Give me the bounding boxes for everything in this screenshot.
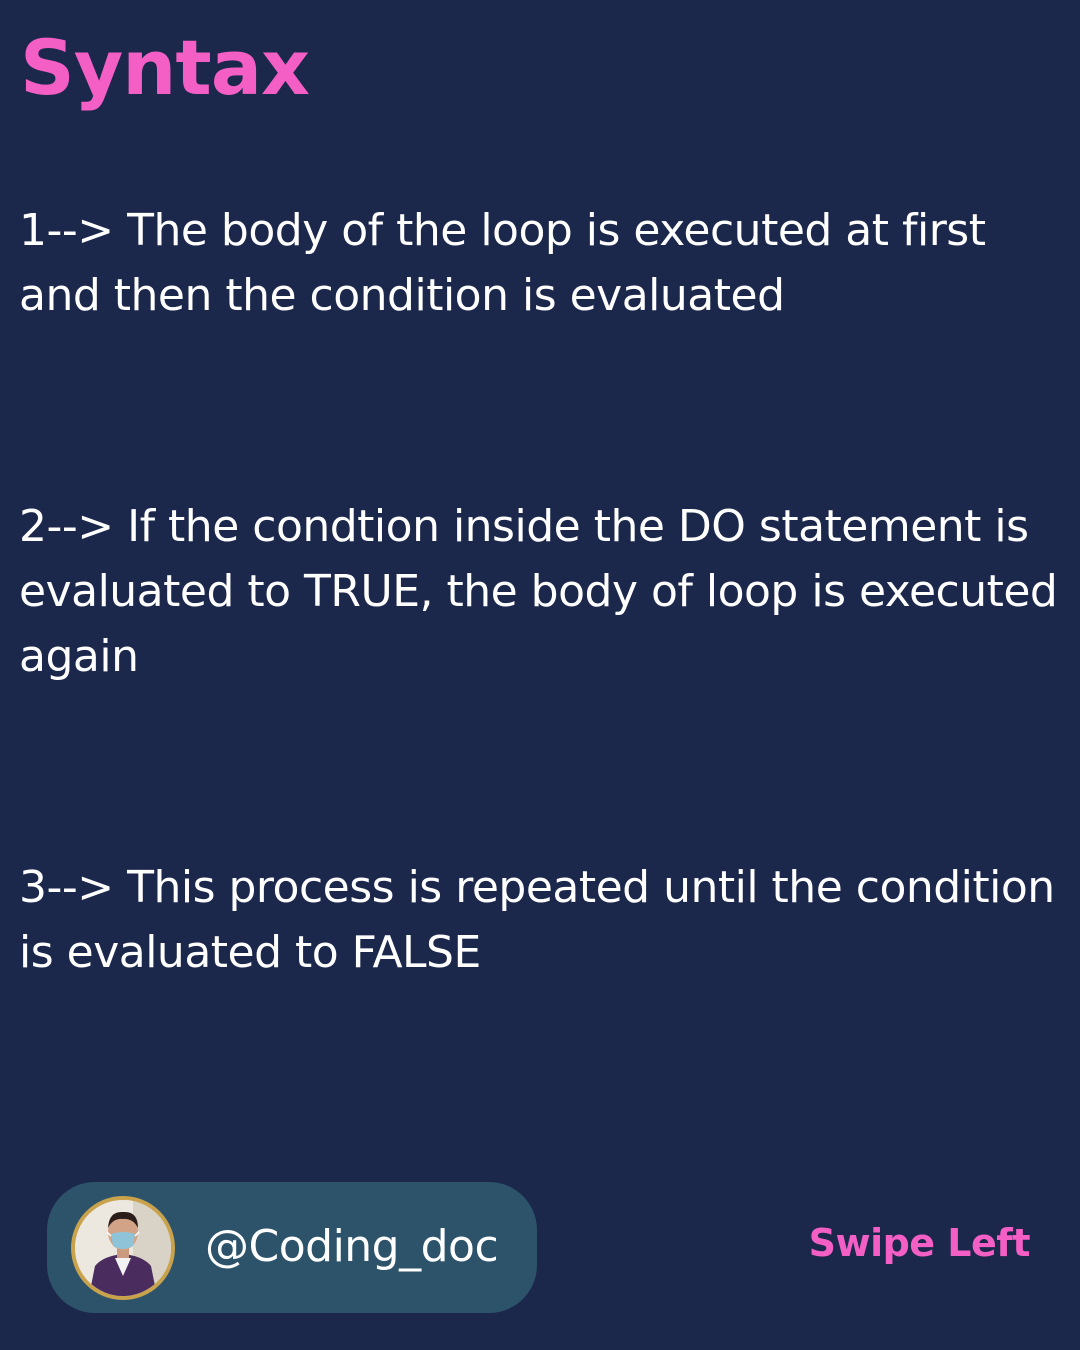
page-title: Syntax (20, 23, 310, 112)
profile-handle[interactable]: @Coding_doc (205, 1219, 499, 1275)
profile-badge[interactable]: @Coding_doc (47, 1182, 537, 1313)
swipe-left-label: Swipe Left (808, 1221, 1031, 1265)
profile-photo-icon (75, 1200, 171, 1296)
avatar (71, 1196, 175, 1300)
syntax-point-2: 2--> If the condtion inside the DO state… (19, 501, 1058, 682)
syntax-point-1: 1--> The body of the loop is executed at… (19, 205, 986, 321)
syntax-point-3: 3--> This process is repeated until the … (19, 862, 1055, 978)
